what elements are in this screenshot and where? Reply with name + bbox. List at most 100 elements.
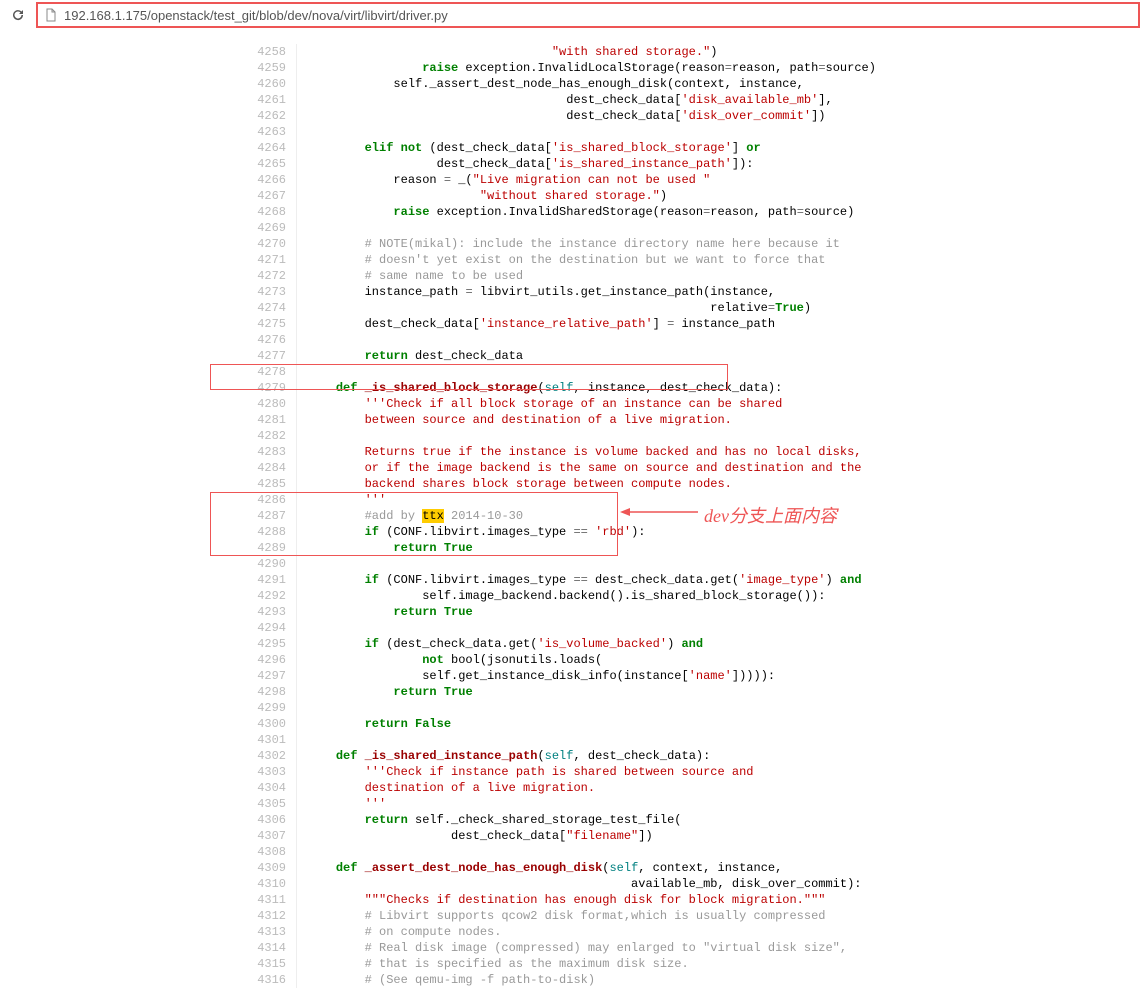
line-number[interactable]: 4265 bbox=[210, 156, 297, 172]
code-line[interactable]: backend shares block storage between com… bbox=[297, 476, 886, 492]
line-number[interactable]: 4300 bbox=[210, 716, 297, 732]
code-line[interactable]: return True bbox=[297, 604, 886, 620]
code-line[interactable]: def _assert_dest_node_has_enough_disk(se… bbox=[297, 860, 886, 876]
code-line[interactable]: ''' bbox=[297, 796, 886, 812]
line-number[interactable]: 4295 bbox=[210, 636, 297, 652]
code-line[interactable]: dest_check_data["filename"]) bbox=[297, 828, 886, 844]
url-bar[interactable]: 192.168.1.175/openstack/test_git/blob/de… bbox=[36, 2, 1140, 28]
line-number[interactable]: 4258 bbox=[210, 44, 297, 60]
line-number[interactable]: 4280 bbox=[210, 396, 297, 412]
line-number[interactable]: 4286 bbox=[210, 492, 297, 508]
line-number[interactable]: 4283 bbox=[210, 444, 297, 460]
code-line[interactable]: return dest_check_data bbox=[297, 348, 886, 364]
code-line[interactable]: # Real disk image (compressed) may enlar… bbox=[297, 940, 886, 956]
line-number[interactable]: 4263 bbox=[210, 124, 297, 140]
line-number[interactable]: 4316 bbox=[210, 972, 297, 988]
code-line[interactable]: def _is_shared_instance_path(self, dest_… bbox=[297, 748, 886, 764]
line-number[interactable]: 4305 bbox=[210, 796, 297, 812]
code-line[interactable]: available_mb, disk_over_commit): bbox=[297, 876, 886, 892]
line-number[interactable]: 4270 bbox=[210, 236, 297, 252]
line-number[interactable]: 4287 bbox=[210, 508, 297, 524]
code-line[interactable]: '''Check if all block storage of an inst… bbox=[297, 396, 886, 412]
code-line[interactable]: raise exception.InvalidSharedStorage(rea… bbox=[297, 204, 886, 220]
code-line[interactable]: reason = _("Live migration can not be us… bbox=[297, 172, 886, 188]
code-line[interactable]: "with shared storage.") bbox=[297, 44, 886, 60]
code-line[interactable] bbox=[297, 428, 886, 444]
code-line[interactable]: return True bbox=[297, 540, 886, 556]
line-number[interactable]: 4273 bbox=[210, 284, 297, 300]
code-line[interactable]: # on compute nodes. bbox=[297, 924, 886, 940]
code-line[interactable]: self._assert_dest_node_has_enough_disk(c… bbox=[297, 76, 886, 92]
line-number[interactable]: 4298 bbox=[210, 684, 297, 700]
line-number[interactable]: 4315 bbox=[210, 956, 297, 972]
code-line[interactable]: dest_check_data['disk_available_mb'], bbox=[297, 92, 886, 108]
code-line[interactable]: self.image_backend.backend().is_shared_b… bbox=[297, 588, 886, 604]
code-line[interactable]: # that is specified as the maximum disk … bbox=[297, 956, 886, 972]
line-number[interactable]: 4268 bbox=[210, 204, 297, 220]
line-number[interactable]: 4310 bbox=[210, 876, 297, 892]
code-line[interactable] bbox=[297, 332, 886, 348]
line-number[interactable]: 4302 bbox=[210, 748, 297, 764]
code-line[interactable]: self.get_instance_disk_info(instance['na… bbox=[297, 668, 886, 684]
line-number[interactable]: 4304 bbox=[210, 780, 297, 796]
line-number[interactable]: 4261 bbox=[210, 92, 297, 108]
code-line[interactable] bbox=[297, 700, 886, 716]
line-number[interactable]: 4293 bbox=[210, 604, 297, 620]
line-number[interactable]: 4278 bbox=[210, 364, 297, 380]
line-number[interactable]: 4282 bbox=[210, 428, 297, 444]
line-number[interactable]: 4264 bbox=[210, 140, 297, 156]
line-number[interactable]: 4306 bbox=[210, 812, 297, 828]
code-line[interactable]: between source and destination of a live… bbox=[297, 412, 886, 428]
line-number[interactable]: 4292 bbox=[210, 588, 297, 604]
line-number[interactable]: 4279 bbox=[210, 380, 297, 396]
line-number[interactable]: 4259 bbox=[210, 60, 297, 76]
code-line[interactable]: # doesn't yet exist on the destination b… bbox=[297, 252, 886, 268]
code-line[interactable]: "without shared storage.") bbox=[297, 188, 886, 204]
code-line[interactable] bbox=[297, 364, 886, 380]
line-number[interactable]: 4312 bbox=[210, 908, 297, 924]
line-number[interactable]: 4291 bbox=[210, 572, 297, 588]
line-number[interactable]: 4297 bbox=[210, 668, 297, 684]
code-line[interactable]: """Checks if destination has enough disk… bbox=[297, 892, 886, 908]
code-line[interactable]: destination of a live migration. bbox=[297, 780, 886, 796]
line-number[interactable]: 4289 bbox=[210, 540, 297, 556]
code-line[interactable]: return False bbox=[297, 716, 886, 732]
line-number[interactable]: 4281 bbox=[210, 412, 297, 428]
line-number[interactable]: 4275 bbox=[210, 316, 297, 332]
code-line[interactable]: raise exception.InvalidLocalStorage(reas… bbox=[297, 60, 886, 76]
reload-icon[interactable] bbox=[8, 5, 28, 25]
line-number[interactable]: 4313 bbox=[210, 924, 297, 940]
line-number[interactable]: 4266 bbox=[210, 172, 297, 188]
line-number[interactable]: 4269 bbox=[210, 220, 297, 236]
line-number[interactable]: 4276 bbox=[210, 332, 297, 348]
line-number[interactable]: 4307 bbox=[210, 828, 297, 844]
code-line[interactable] bbox=[297, 732, 886, 748]
line-number[interactable]: 4290 bbox=[210, 556, 297, 572]
line-number[interactable]: 4303 bbox=[210, 764, 297, 780]
line-number[interactable]: 4284 bbox=[210, 460, 297, 476]
code-line[interactable]: if (CONF.libvirt.images_type == dest_che… bbox=[297, 572, 886, 588]
code-line[interactable]: not bool(jsonutils.loads( bbox=[297, 652, 886, 668]
line-number[interactable]: 4314 bbox=[210, 940, 297, 956]
code-line[interactable]: '''Check if instance path is shared betw… bbox=[297, 764, 886, 780]
code-line[interactable] bbox=[297, 220, 886, 236]
line-number[interactable]: 4267 bbox=[210, 188, 297, 204]
line-number[interactable]: 4294 bbox=[210, 620, 297, 636]
code-line[interactable]: if (dest_check_data.get('is_volume_backe… bbox=[297, 636, 886, 652]
code-line[interactable]: relative=True) bbox=[297, 300, 886, 316]
code-line[interactable]: elif not (dest_check_data['is_shared_blo… bbox=[297, 140, 886, 156]
line-number[interactable]: 4271 bbox=[210, 252, 297, 268]
code-line[interactable]: def _is_shared_block_storage(self, insta… bbox=[297, 380, 886, 396]
code-line[interactable]: dest_check_data['instance_relative_path'… bbox=[297, 316, 886, 332]
line-number[interactable]: 4299 bbox=[210, 700, 297, 716]
code-line[interactable]: dest_check_data['is_shared_instance_path… bbox=[297, 156, 886, 172]
code-line[interactable] bbox=[297, 844, 886, 860]
line-number[interactable]: 4309 bbox=[210, 860, 297, 876]
code-line[interactable]: return True bbox=[297, 684, 886, 700]
line-number[interactable]: 4274 bbox=[210, 300, 297, 316]
line-number[interactable]: 4277 bbox=[210, 348, 297, 364]
code-line[interactable]: Returns true if the instance is volume b… bbox=[297, 444, 886, 460]
code-line[interactable]: or if the image backend is the same on s… bbox=[297, 460, 886, 476]
code-line[interactable]: return self._check_shared_storage_test_f… bbox=[297, 812, 886, 828]
line-number[interactable]: 4296 bbox=[210, 652, 297, 668]
